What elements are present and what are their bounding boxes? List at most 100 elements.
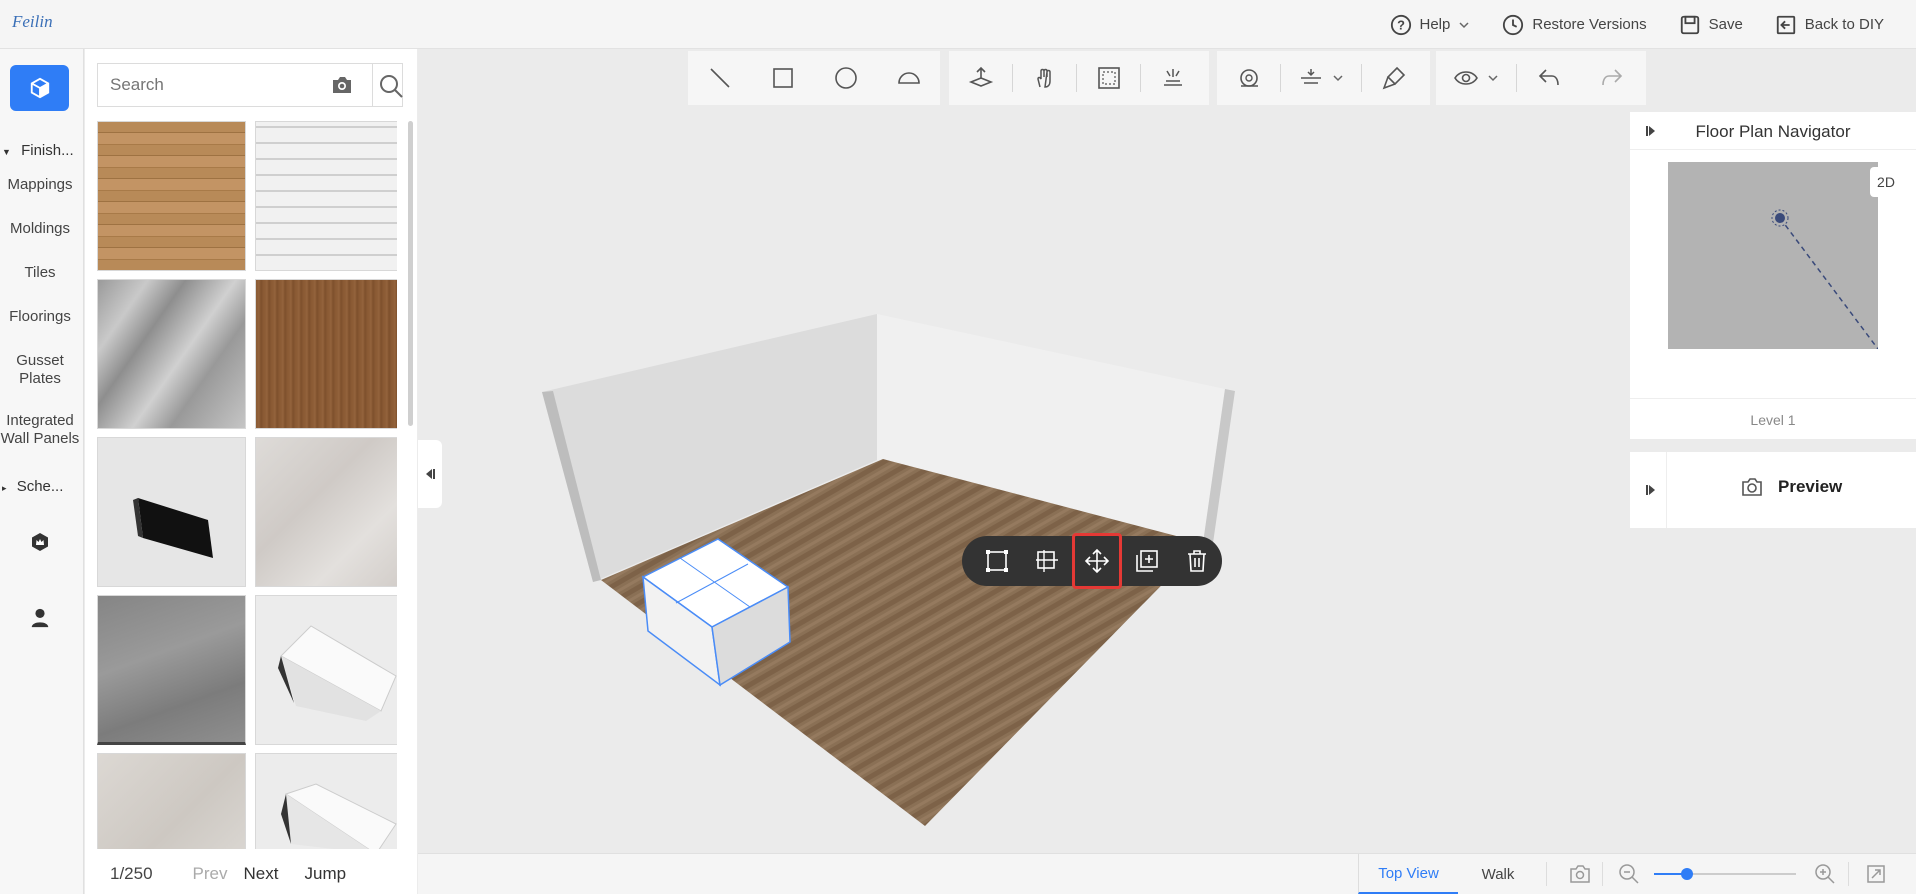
material-tile-black-panel[interactable] [97,437,246,587]
search-input[interactable] [98,64,318,106]
user-icon[interactable] [26,604,54,632]
catalog-button[interactable] [10,65,69,111]
move-arrows-icon [1084,548,1110,574]
extrude-icon [968,66,993,87]
search-box [97,63,403,107]
rectangle-icon [772,68,793,88]
camera-icon [1742,478,1762,496]
search-icon[interactable] [378,73,404,99]
zoom-slider[interactable] [1654,868,1796,880]
zoom-slider-handle[interactable] [1680,868,1693,880]
crown-badge-icon[interactable] [26,529,54,557]
level-label[interactable]: Level 1 [1630,412,1916,428]
material-tile-cornice-molding[interactable] [255,753,397,849]
preview-divider [1666,452,1667,528]
align-dropdown-button[interactable] [1281,51,1361,105]
tape-measure-button[interactable] [1217,51,1280,105]
help-menu-button[interactable]: ? Help [1390,14,1471,36]
resize-button[interactable] [972,536,1022,586]
camera-search-icon[interactable] [330,74,354,96]
chevron-down-icon [1333,75,1343,82]
line-tool-button[interactable] [688,51,751,105]
panel-scrollbar[interactable] [408,121,413,426]
undo-button[interactable] [1517,51,1580,105]
rectangle-tool-button[interactable] [751,51,814,105]
restore-versions-button[interactable]: Restore Versions [1502,14,1647,36]
cornice-molding-thumbnail [281,783,397,849]
push-pull-tool-button[interactable] [1013,51,1076,105]
status-divider [1546,862,1547,886]
page-indicator: 1/250 [110,864,153,883]
duplicate-icon [1136,550,1158,572]
section-schemes[interactable]: ▸ Sche... [2,478,63,495]
zoom-out-icon[interactable] [1618,863,1640,885]
jump-page-button[interactable]: Jump [304,864,346,884]
save-label: Save [1708,16,1743,33]
rail-item-moldings[interactable]: Moldings [0,220,80,238]
material-tile-gray-marble[interactable] [97,279,246,429]
rail-item-floorings[interactable]: Floorings [0,308,80,326]
delete-button[interactable] [1172,536,1222,586]
material-tile-walnut-wood[interactable] [255,279,397,429]
material-tile-white-brick[interactable] [255,121,397,271]
circle-tool-button[interactable] [814,51,877,105]
help-icon: ? [1390,14,1411,35]
section-finish-label: Finish... [21,142,74,159]
navigator-title: Floor Plan Navigator [1695,122,1851,141]
object-context-toolbar [962,533,1222,589]
snapshot-icon[interactable] [1568,863,1592,885]
rail-item-gusset-plates[interactable]: Gusset Plates [0,352,80,388]
app-logo[interactable]: Feilin [12,12,53,32]
back-to-diy-label: Back to DIY [1804,16,1884,33]
paint-brush-button[interactable] [1362,51,1425,105]
arc-icon [897,72,920,84]
redo-button[interactable] [1580,51,1643,105]
light-rays-icon [1163,69,1182,86]
edit-toolbar [949,51,1209,105]
pagination: 1/250 Prev Next Jump [85,854,417,894]
back-to-diy-button[interactable]: Back to DIY [1775,14,1884,36]
select-area-tool-button[interactable] [1077,51,1140,105]
material-tile-cream-stone[interactable] [97,753,246,849]
material-tile-beige-marble[interactable] [255,437,397,587]
next-page-button[interactable]: Next [244,864,279,884]
view-toolbar [1436,51,1646,105]
light-tool-button[interactable] [1141,51,1204,105]
section-finish[interactable]: ▼ Finish... [2,142,74,159]
preview-button[interactable]: Preview [1740,476,1842,498]
fit-view-icon[interactable] [1866,864,1886,884]
rail-item-integrated-wall-panels[interactable]: Integrated Wall Panels [0,412,80,448]
2d-toggle-button[interactable]: 2D [1870,167,1902,197]
align-icon [1301,69,1321,84]
measure-toolbar [1217,51,1430,105]
align-object-button[interactable] [1022,536,1072,586]
top-nav: ? Help Restore Versions Save Back to DIY [1390,0,1916,49]
prev-page-button[interactable]: Prev [193,864,228,884]
duplicate-button[interactable] [1122,536,1172,586]
top-view-tab[interactable]: Top View [1358,854,1458,894]
restore-versions-label: Restore Versions [1532,16,1647,33]
top-bar: Feilin ? Help Restore Versions Save Back… [0,0,1916,49]
material-tile-wood-planks[interactable] [97,121,246,271]
camera-position-marker[interactable] [1668,162,1879,350]
trash-icon [1188,550,1206,572]
zoom-in-icon[interactable] [1814,863,1836,885]
resize-icon [986,550,1008,572]
save-button[interactable]: Save [1679,14,1743,36]
collapse-panel-button[interactable] [418,440,442,508]
arc-tool-button[interactable] [877,51,940,105]
move-button[interactable] [1072,533,1122,589]
rail-item-tiles[interactable]: Tiles [0,264,80,282]
material-tile-dark-stone[interactable] [97,595,246,745]
expand-right-icon[interactable] [1644,483,1658,497]
status-divider [1602,862,1603,886]
navigator-map[interactable] [1668,162,1879,350]
visibility-dropdown-button[interactable] [1436,51,1516,105]
rail-item-mappings[interactable]: Mappings [0,176,80,194]
extrude-tool-button[interactable] [949,51,1012,105]
material-grid [97,121,397,849]
clock-icon [1503,14,1524,35]
eye-icon [1454,71,1478,85]
walk-tab[interactable]: Walk [1458,854,1538,894]
material-tile-crown-molding[interactable] [255,595,397,745]
